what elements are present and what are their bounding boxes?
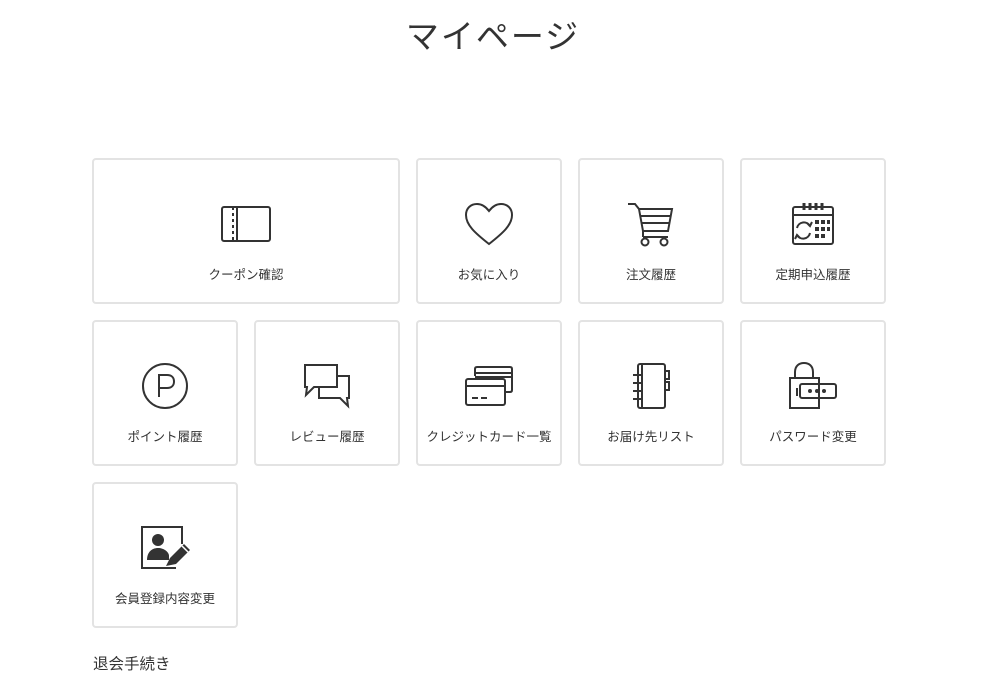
menu-label-review-history: レビュー履歴 [289, 429, 365, 444]
menu-tile-order-history[interactable]: 注文履歴 [578, 158, 724, 304]
page-title: マイページ [405, 17, 581, 56]
menu-tile-credit-cards[interactable]: クレジットカード一覧 [416, 320, 562, 466]
address-book-icon [621, 356, 681, 416]
point-p-icon [135, 356, 195, 416]
menu-label-order-history: 注文履歴 [625, 267, 676, 282]
user-edit-icon [135, 518, 195, 578]
menu-tile-password-change[interactable]: パスワード変更 [740, 320, 886, 466]
menu-label-credit-cards: クレジットカード一覧 [426, 429, 552, 444]
menu-tile-coupon[interactable]: クーポン確認 [92, 158, 400, 304]
menu-label-address-list: お届け先リスト [607, 429, 695, 444]
cart-icon [621, 194, 681, 254]
chat-bubbles-icon [297, 356, 357, 416]
menu-label-member-info-change: 会員登録内容変更 [114, 591, 215, 606]
menu-label-password-change: パスワード変更 [769, 429, 857, 444]
calendar-refresh-icon [783, 194, 843, 254]
withdraw-link[interactable]: 退会手続き [93, 652, 171, 674]
menu-tile-favorites[interactable]: お気に入り [416, 158, 562, 304]
menu-label-coupon: クーポン確認 [208, 267, 284, 282]
menu-tile-review-history[interactable]: レビュー履歴 [254, 320, 400, 466]
menu-label-favorites: お気に入り [457, 267, 521, 282]
menu-label-point-history: ポイント履歴 [127, 429, 203, 444]
menu-tile-address-list[interactable]: お届け先リスト [578, 320, 724, 466]
ticket-icon [216, 194, 276, 254]
menu-label-subscription-history: 定期申込履歴 [775, 267, 851, 282]
credit-cards-icon [459, 356, 519, 416]
menu-tile-member-info-change[interactable]: 会員登録内容変更 [92, 482, 238, 628]
menu-tile-subscription-history[interactable]: 定期申込履歴 [740, 158, 886, 304]
lock-password-icon [783, 356, 843, 416]
menu-tile-point-history[interactable]: ポイント履歴 [92, 320, 238, 466]
heart-icon [459, 194, 519, 254]
